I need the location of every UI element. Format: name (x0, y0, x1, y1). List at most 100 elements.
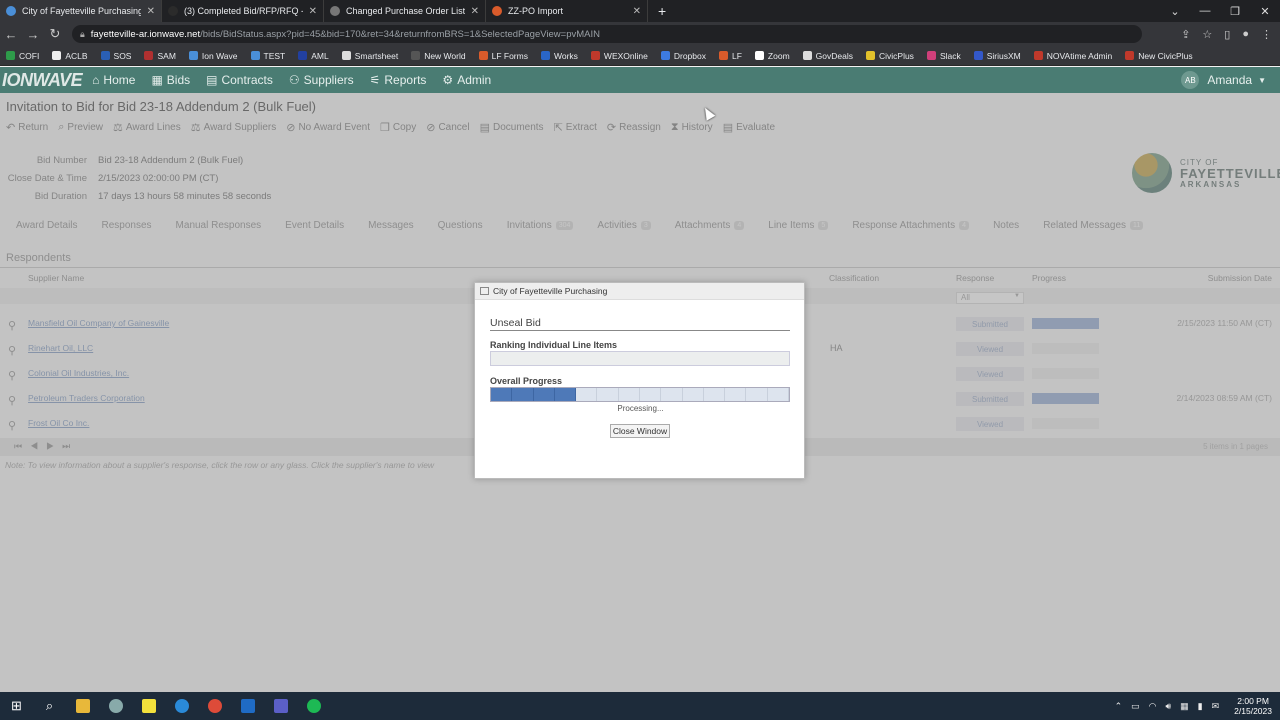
close-tab-icon[interactable]: ✕ (471, 6, 479, 17)
bookmark-label: LF (732, 50, 742, 61)
bookmark-item[interactable]: ACLB (52, 50, 88, 61)
ionwave-logo[interactable]: IONWAVE (2, 70, 83, 91)
battery-icon[interactable]: ▮ (1198, 701, 1203, 712)
bookmark-label: Smartsheet (354, 50, 399, 61)
bookmark-favicon-icon (411, 51, 421, 60)
url-host: fayetteville-ar.ionwave.net (90, 28, 201, 40)
minimize-icon[interactable]: — (1190, 5, 1220, 17)
bookmark-label: Works (553, 50, 578, 61)
bookmark-item[interactable]: GovDeals (802, 51, 853, 61)
browser-tab[interactable]: City of Fayetteville Purchasing ✕ (0, 0, 162, 22)
close-window-button[interactable]: Close Window (610, 424, 670, 438)
menu-item-contracts[interactable]: ▤ Contracts (206, 73, 273, 87)
bookmark-item[interactable]: Smartsheet (341, 50, 399, 61)
menu-item-suppliers[interactable]: ⚇ Suppliers (289, 73, 354, 87)
bookmark-item[interactable]: SAM (144, 50, 176, 61)
tab-search-icon[interactable]: ⌄ (1160, 5, 1190, 18)
bookmark-item[interactable]: New World (411, 51, 466, 61)
bookmark-item[interactable]: NOVAtime Admin (1033, 50, 1113, 61)
gear-icon: ⚙ (442, 73, 454, 87)
progress-segment (661, 388, 683, 401)
keyboard-icon[interactable]: ▦ (1180, 701, 1189, 712)
browser-tab[interactable]: ZZ-PO Import ✕ (486, 0, 648, 22)
bookmark-item[interactable]: Ion Wave (188, 51, 238, 61)
bookmark-label: NOVAtime Admin (1046, 50, 1113, 61)
user-name: Amanda (1207, 73, 1253, 87)
avatar: AB (1181, 71, 1200, 89)
close-tab-icon[interactable]: ✕ (633, 6, 641, 17)
browser-tab[interactable]: Changed Purchase Order List ✕ (324, 0, 486, 22)
new-tab-icon[interactable]: + (648, 0, 676, 22)
kebab-menu-icon[interactable]: ⋮ (1261, 28, 1272, 41)
wifi-icon[interactable]: ◠ (1149, 701, 1157, 712)
home-icon: ⌂ (92, 73, 100, 87)
bookmark-item[interactable]: SiriusXM (973, 51, 1021, 61)
browser-tab[interactable]: (3) Completed Bid/RFP/RFQ - Sm ✕ (162, 0, 324, 22)
close-window-icon[interactable]: ✕ (1250, 5, 1280, 18)
network-icon[interactable]: ▭ (1131, 701, 1140, 712)
menu-item-bids[interactable]: ▦ Bids (151, 73, 190, 87)
clock[interactable]: 2:00 PM 2/15/2023 (1234, 696, 1272, 716)
close-tab-icon[interactable]: ✕ (309, 6, 317, 17)
sticky-notes-icon[interactable] (132, 692, 165, 720)
progress-segment (640, 388, 662, 401)
forward-icon[interactable]: → (22, 27, 44, 42)
share-icon[interactable]: ⇪ (1181, 28, 1190, 41)
spotify-icon[interactable] (297, 692, 330, 720)
chevron-up-icon[interactable]: ⌃ (1115, 701, 1123, 712)
bookmark-item[interactable]: New CivicPlus (1125, 50, 1193, 61)
bookmark-item[interactable]: TEST (250, 51, 285, 61)
windows-taskbar: ⊞ ⌕ ⌃ ▭ ◠ 🔊︎ ▦ ▮ ✉ 2:00 PM 2/15/2023 (0, 692, 1280, 720)
ranking-progress-bar (490, 351, 790, 366)
search-icon[interactable]: ⌕ (33, 692, 66, 720)
profile-icon[interactable]: ● (1242, 28, 1249, 41)
edge-icon[interactable] (165, 692, 198, 720)
ranking-label: Ranking Individual Line Items (490, 340, 618, 350)
reload-icon[interactable]: ↻ (44, 26, 66, 42)
menu-item-label: Home (103, 73, 136, 87)
bookmark-item[interactable]: Slack (926, 51, 961, 61)
url-input[interactable]: 🔒︎ fayetteville-ar.ionwave.net/bids/BidS… (72, 25, 1142, 43)
snip-icon[interactable] (99, 692, 132, 720)
chrome-icon[interactable] (198, 692, 231, 720)
back-icon[interactable]: ← (0, 27, 22, 42)
sidebar-icon[interactable]: ▯ (1224, 28, 1230, 41)
bookmark-item[interactable]: CivicPlus (865, 51, 914, 61)
bookmark-item[interactable]: AML (298, 51, 329, 61)
progress-segment (746, 388, 768, 401)
menu-item-admin[interactable]: ⚙ Admin (442, 73, 491, 87)
bookmark-item[interactable]: SOS (100, 51, 131, 61)
close-tab-icon[interactable]: ✕ (147, 6, 155, 17)
overall-progress-label: Overall Progress (490, 376, 563, 386)
laserfiche-icon (492, 6, 502, 16)
volume-icon[interactable]: 🔊︎ (1165, 701, 1171, 712)
bookmark-star-icon[interactable]: ☆ (1202, 28, 1212, 41)
bookmark-favicon-icon (540, 51, 550, 60)
menu-item-label: Contracts (221, 73, 273, 87)
menu-item-reports[interactable]: ⚟ Reports (370, 73, 427, 87)
bookmark-label: SAM (157, 50, 176, 61)
bookmark-favicon-icon (754, 51, 764, 60)
address-bar-row: ← → ↻ 🔒︎ fayetteville-ar.ionwave.net/bid… (0, 22, 1280, 46)
mail-icon[interactable]: ✉ (1212, 701, 1220, 712)
bookmark-favicon-icon (973, 51, 983, 60)
bookmark-item[interactable]: LF Forms (478, 51, 528, 61)
teams-icon[interactable] (264, 692, 297, 720)
bookmark-item[interactable]: WEXOnline (590, 51, 648, 61)
bookmark-item[interactable]: Zoom (754, 51, 790, 61)
bookmark-favicon-icon (298, 51, 308, 60)
bookmark-item[interactable]: COFI (6, 51, 39, 61)
bookmark-item[interactable]: LF (719, 51, 742, 61)
bookmark-label: New CivicPlus (1138, 50, 1193, 61)
outlook-icon[interactable] (231, 692, 264, 720)
bookmark-item[interactable]: Dropbox (660, 50, 706, 61)
user-menu[interactable]: AB Amanda ▼ (1181, 71, 1266, 89)
restore-icon[interactable]: ❐ (1220, 5, 1250, 18)
bookmark-item[interactable]: Works (540, 50, 578, 61)
progress-segment (491, 388, 513, 401)
file-explorer-icon[interactable] (66, 692, 99, 720)
start-icon[interactable]: ⊞ (0, 692, 33, 720)
bookmark-label: ACLB (65, 50, 88, 61)
bookmark-label: Dropbox (673, 50, 706, 61)
menu-item-home[interactable]: ⌂ Home (92, 73, 135, 87)
